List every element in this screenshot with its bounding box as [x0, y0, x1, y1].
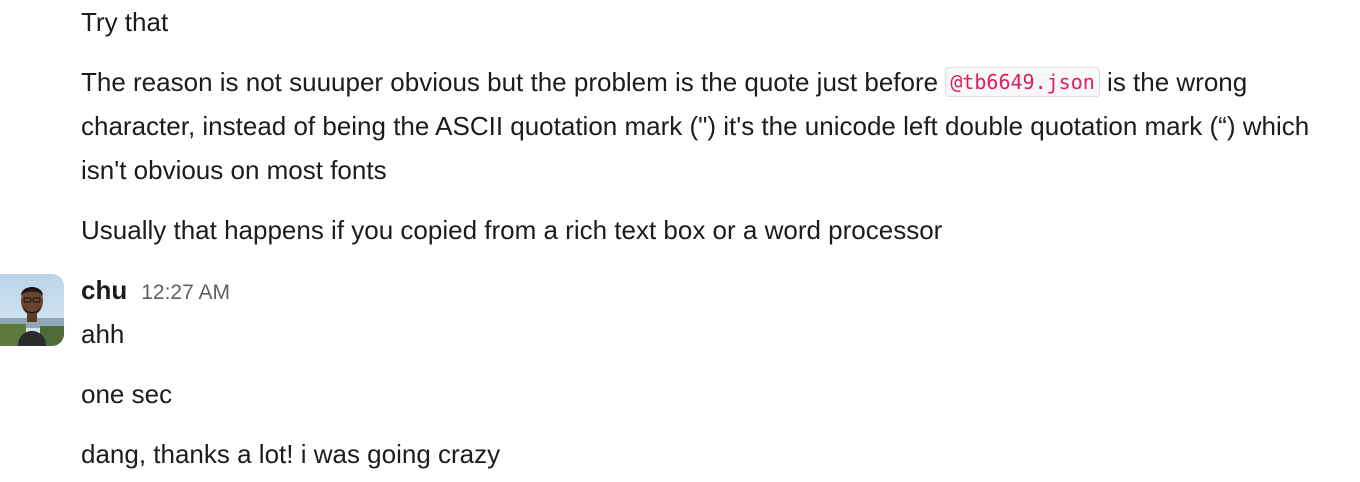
message-text: Usually that happens if you copied from … [81, 215, 943, 245]
user-photo-avatar-icon [0, 274, 64, 346]
message-text: The reason is not suuuper obvious but th… [81, 60, 1343, 192]
avatar[interactable] [0, 274, 64, 346]
message-text: dang, thanks a lot! i was going crazy [81, 439, 501, 469]
message-text: ahh [81, 319, 125, 349]
message-header: chu 12:27 AM [81, 268, 230, 312]
message-timestamp[interactable]: 12:27 AM [141, 281, 230, 305]
inline-code: @tb6649.json [945, 67, 1100, 97]
author-name[interactable]: chu [81, 268, 127, 312]
message-text: Try that [81, 7, 169, 37]
message-text-segment: The reason is not suuuper obvious but th… [81, 67, 946, 97]
message-text: one sec [81, 379, 173, 409]
